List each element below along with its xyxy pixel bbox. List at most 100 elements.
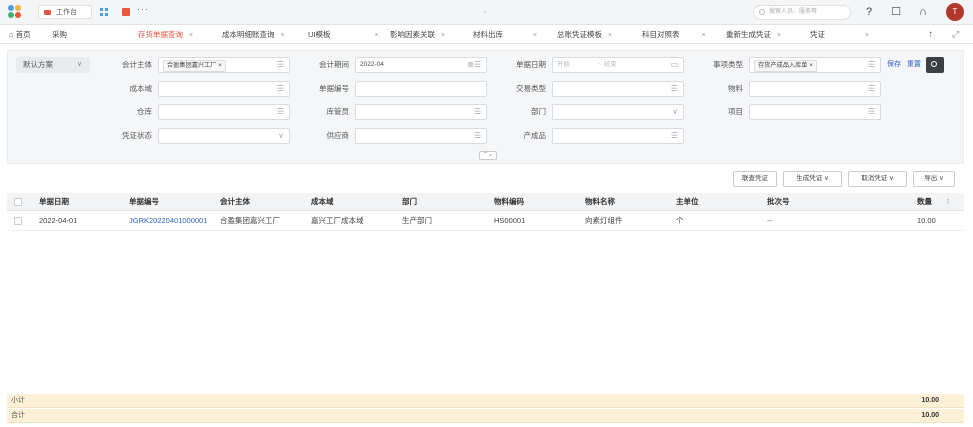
search-input[interactable]: 搜索人员、服务等 (753, 5, 851, 20)
column-settings-icon[interactable]: ⫶ (947, 193, 949, 211)
column-header[interactable]: 数量 (917, 193, 932, 211)
voucher-status-field[interactable]: ∨ (158, 128, 290, 144)
type-field[interactable]: 存货产成品入库单 × ☰ (749, 57, 881, 73)
app-grid-icon[interactable] (100, 8, 108, 16)
type-tag[interactable]: 存货产成品入库单 × (754, 60, 817, 72)
workbench-button[interactable]: 工作台 (38, 5, 92, 19)
close-icon[interactable]: × (608, 32, 612, 39)
column-header[interactable]: 物料名称 (585, 193, 615, 211)
label-bill-date: 单据日期 (516, 60, 546, 69)
close-icon[interactable]: × (865, 32, 869, 39)
product-field[interactable]: ☰ (552, 128, 684, 144)
list-icon[interactable]: ☰ (277, 82, 284, 96)
close-icon[interactable]: × (281, 32, 285, 39)
tab-ui-template[interactable]: UI模板 × (308, 25, 379, 44)
collapse-toggle-icon[interactable]: ⌃⌄ (479, 151, 497, 160)
select-all-checkbox[interactable] (14, 198, 22, 206)
close-icon[interactable]: × (777, 32, 781, 39)
column-header[interactable]: 批次号 (767, 193, 790, 211)
tab-cost-detail[interactable]: 成本明细账查询 × (222, 25, 285, 44)
tab-account-map[interactable]: 科目对照表 × (642, 25, 706, 44)
list-icon[interactable]: ☰ (671, 82, 678, 96)
cell-bill-no-link[interactable]: JGRK20220401000001 (129, 211, 207, 231)
close-icon[interactable]: × (375, 32, 379, 39)
supplier-field[interactable]: ☰ (355, 128, 487, 144)
headset-icon[interactable]: ∩ (916, 5, 930, 19)
tab-label: 科目对照表 (642, 30, 680, 39)
tab-regen-voucher[interactable]: 重新生成凭证 × (726, 25, 781, 44)
column-header[interactable]: 单据编号 (129, 193, 159, 211)
row-checkbox[interactable] (14, 217, 22, 225)
column-header[interactable]: 主单位 (676, 193, 699, 211)
table-row[interactable]: 2022-04-01 JGRK20220401000001 合盈集团嘉兴工厂 嘉… (7, 211, 964, 231)
reset-button[interactable]: 重置 (907, 57, 921, 73)
close-icon[interactable]: × (702, 32, 706, 39)
list-icon[interactable]: ☰ (474, 129, 481, 143)
workbench-label: 工作台 (56, 9, 77, 16)
period-field[interactable]: 2022-04 ⊗☰ (355, 57, 487, 73)
tab-material-out[interactable]: 材料出库 × (473, 25, 537, 44)
more-icon[interactable]: ··· (137, 4, 149, 14)
column-header[interactable]: 成本域 (311, 193, 334, 211)
export-button[interactable]: 导出 ∨ (913, 171, 955, 187)
tab-factors[interactable]: 影响因素关联 × (390, 25, 445, 44)
material-field[interactable]: ☰ (749, 81, 881, 97)
list-icon[interactable]: ☰ (671, 129, 678, 143)
expand-icon[interactable]: ⤢ (952, 25, 959, 44)
label-keeper: 库管员 (326, 107, 350, 116)
message-icon[interactable]: ☐ (889, 5, 903, 19)
column-header[interactable]: 物料编码 (494, 193, 524, 211)
tab-inventory-query[interactable]: 存货单据查询 × (138, 25, 193, 44)
date-end: ~ 结束 (598, 61, 617, 68)
calendar-icon[interactable]: ▭ (670, 58, 678, 72)
avatar[interactable]: T (946, 3, 964, 21)
tab-voucher[interactable]: 凭证 × (810, 25, 869, 44)
tab-label: 成本明细账查询 (222, 30, 275, 39)
column-header[interactable]: 部门 (402, 193, 417, 211)
list-icon[interactable]: ☰ (868, 58, 875, 72)
app-icon[interactable] (122, 8, 130, 16)
help-icon[interactable]: ? (862, 5, 876, 19)
cell-date: 2022-04-01 (39, 216, 78, 225)
list-icon[interactable]: ☰ (277, 58, 284, 72)
bill-no-field[interactable] (355, 81, 487, 97)
clear-list-icon[interactable]: ⊗☰ (467, 58, 481, 72)
label-voucher-status: 凭证状态 (122, 131, 152, 140)
cost-domain-field[interactable]: ☰ (158, 81, 290, 97)
cell-material-name: 向素灯组件 (585, 216, 623, 225)
generate-voucher-button[interactable]: 生成凭证 ∨ (783, 171, 842, 187)
chevron-down-icon[interactable]: ∨ (278, 129, 284, 143)
project-field[interactable]: ☰ (749, 104, 881, 120)
chevron-down-icon: ∨ (889, 175, 894, 182)
cancel-label: 取消凭证 (861, 175, 888, 182)
dept-field[interactable]: ∨ (552, 104, 684, 120)
close-icon[interactable]: × (533, 32, 537, 39)
bill-date-field[interactable]: 开始 ~ 结束 ▭ (552, 57, 684, 73)
query-button[interactable] (926, 57, 944, 73)
warehouse-field[interactable]: ☰ (158, 104, 290, 120)
column-header[interactable]: 单据日期 (39, 193, 69, 211)
arrow-up-icon[interactable]: ↑ (928, 25, 933, 44)
column-header[interactable]: 会计主体 (220, 193, 250, 211)
app-logo[interactable] (8, 5, 22, 19)
list-icon[interactable]: ☰ (868, 105, 875, 119)
entity-tag[interactable]: 合盈集团嘉兴工厂 × (163, 60, 226, 72)
label-entity: 会计主体 (122, 60, 152, 69)
list-icon[interactable]: ☰ (868, 82, 875, 96)
tab-home[interactable]: ⌂ 首页 (9, 25, 31, 44)
tx-type-field[interactable]: ☰ (552, 81, 684, 97)
keeper-field[interactable]: ☰ (355, 104, 487, 120)
save-button[interactable]: 保存 (887, 57, 901, 73)
chevron-down-icon[interactable]: ∨ (672, 105, 678, 119)
tab-purchase[interactable]: 采购 (52, 25, 67, 44)
tab-voucher-template[interactable]: 总账凭证模板 × (557, 25, 612, 44)
cancel-voucher-button[interactable]: 取消凭证 ∨ (848, 171, 907, 187)
search-icon (931, 61, 937, 67)
entity-field[interactable]: 合盈集团嘉兴工厂 × ☰ (158, 57, 290, 73)
plan-select[interactable]: 默认方案 ∨ (16, 57, 90, 73)
close-icon[interactable]: × (189, 32, 193, 39)
close-icon[interactable]: × (441, 32, 445, 39)
list-icon[interactable]: ☰ (277, 105, 284, 119)
list-icon[interactable]: ☰ (474, 105, 481, 119)
link-voucher-button[interactable]: 联查凭证 (733, 171, 777, 187)
